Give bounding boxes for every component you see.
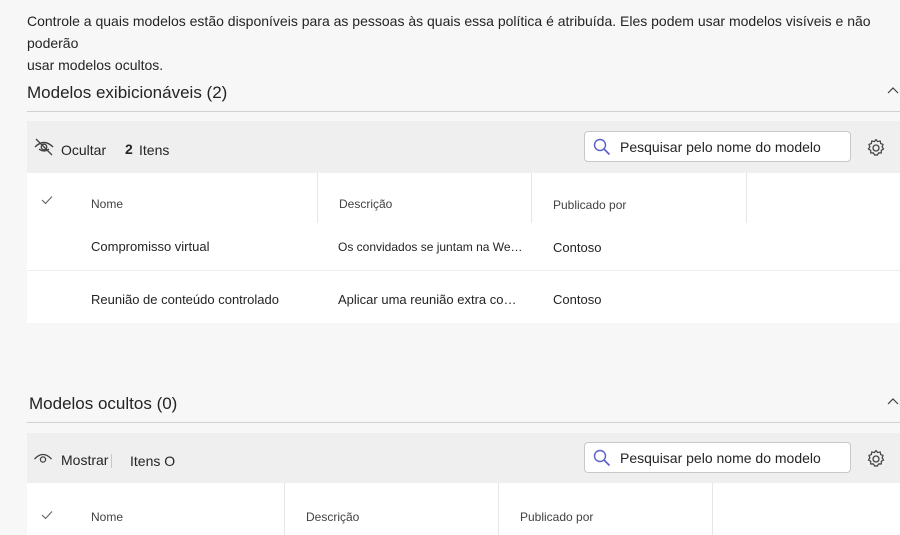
column-divider[interactable]	[317, 173, 318, 223]
policy-description: Controle a quais modelos estão disponíve…	[27, 10, 877, 76]
toolbar-divider	[111, 454, 112, 468]
select-all-checkbox[interactable]	[41, 507, 53, 525]
hidden-search-input[interactable]: Pesquisar pelo nome do modelo	[584, 442, 851, 473]
column-divider[interactable]	[712, 483, 713, 535]
hide-button-label[interactable]: Ocultar	[61, 142, 106, 158]
column-header-publisher[interactable]: Publicado por	[520, 510, 593, 524]
checkmark-icon	[41, 196, 53, 205]
show-button-label[interactable]: Mostrar	[61, 452, 108, 468]
hide-button[interactable]	[33, 137, 55, 162]
chevron-up-icon	[887, 398, 899, 405]
visible-search-input[interactable]: Pesquisar pelo nome do modelo	[584, 131, 851, 162]
row-divider	[27, 270, 900, 271]
column-divider[interactable]	[284, 483, 285, 535]
hidden-settings-button[interactable]	[866, 449, 886, 474]
chevron-up-icon	[887, 87, 899, 94]
policy-description-line-1: Controle a quais modelos estão disponíve…	[27, 13, 871, 51]
policy-description-line-2: usar modelos ocultos.	[27, 57, 164, 73]
hidden-templates-title: Modelos ocultos (0)	[29, 394, 178, 413]
column-header-description[interactable]: Descrição	[339, 197, 392, 211]
column-divider[interactable]	[498, 483, 499, 535]
row-template-name: Compromisso virtual	[91, 239, 210, 254]
visible-collapse-button[interactable]	[886, 84, 900, 98]
row-template-publisher: Contoso	[553, 240, 602, 255]
hidden-title-divider	[27, 422, 900, 423]
search-icon	[593, 138, 611, 161]
visible-settings-button[interactable]	[866, 138, 886, 163]
visible-templates-table: Nome Descrição Publicado por Compromisso…	[27, 173, 900, 323]
visible-title-divider	[27, 111, 900, 112]
gear-icon	[867, 138, 885, 156]
select-all-checkbox[interactable]	[41, 192, 53, 210]
hidden-search-placeholder: Pesquisar pelo nome do modelo	[620, 450, 821, 466]
column-header-description[interactable]: Descrição	[306, 510, 359, 524]
row-template-name: Reunião de conteúdo controlado	[91, 292, 279, 307]
search-icon	[593, 449, 611, 472]
eye-icon	[34, 453, 52, 463]
column-divider[interactable]	[531, 173, 532, 223]
row-template-publisher: Contoso	[553, 292, 602, 307]
row-template-description: Os convidados se juntam na Web e…	[338, 240, 528, 254]
row-template-description: Aplicar uma reunião extra co…	[338, 292, 517, 307]
column-header-publisher[interactable]: Publicado por	[553, 198, 626, 212]
column-divider[interactable]	[746, 173, 747, 223]
show-button[interactable]	[33, 451, 53, 470]
hidden-collapse-button[interactable]	[886, 395, 900, 409]
visible-item-count: 2	[125, 141, 133, 157]
column-header-name[interactable]: Nome	[91, 510, 123, 524]
visible-search-placeholder: Pesquisar pelo nome do modelo	[620, 139, 821, 155]
visible-item-count-label: Itens	[139, 142, 170, 158]
hidden-item-count-label: Itens O	[130, 453, 176, 469]
column-header-name[interactable]: Nome	[91, 197, 123, 211]
checkmark-icon	[41, 511, 53, 520]
hidden-templates-table: Nome Descrição Publicado por	[27, 483, 900, 535]
gear-icon	[867, 449, 885, 467]
visible-templates-title: Modelos exibicionáveis (2)	[27, 83, 228, 102]
eye-off-icon	[34, 138, 54, 156]
